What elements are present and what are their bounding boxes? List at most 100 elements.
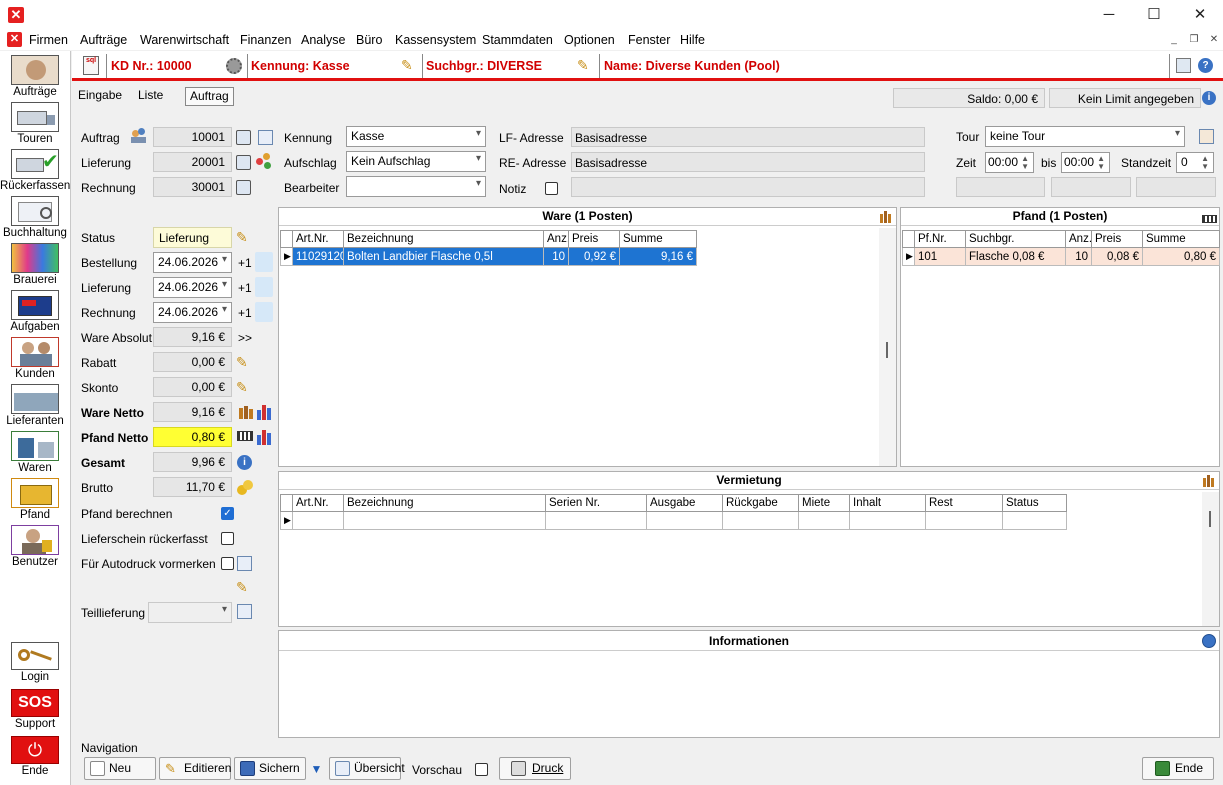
edit-kennung-pencil-icon[interactable]: ✎ xyxy=(401,57,417,73)
sidebar-item-kunden[interactable]: Kunden xyxy=(0,337,70,380)
edit-rabatt-pencil-icon[interactable]: ✎ xyxy=(236,354,252,370)
rechnung-date-picker[interactable]: 24.06.2026 ▾ xyxy=(153,302,232,323)
crate-small-icon[interactable] xyxy=(237,431,253,441)
lieferung-plus-one[interactable]: +1 xyxy=(238,281,252,295)
sidebar-item-pfand[interactable]: Pfand xyxy=(0,478,70,521)
sidebar-item-aufgaben[interactable]: Aufgaben xyxy=(0,290,70,333)
vm-col-serien[interactable]: Serien Nr. xyxy=(545,494,647,512)
edit-suchbegriff-pencil-icon[interactable]: ✎ xyxy=(577,57,593,73)
bestellung-spin-box[interactable] xyxy=(255,252,273,272)
pfand-table[interactable]: Pf.Nr. Suchbgr. Anz. Preis Summe ▶ 101 Flasche… xyxy=(902,230,1220,266)
sidebar-support[interactable]: SOS Support xyxy=(0,689,70,730)
sidebar-item-benutzer[interactable]: Benutzer xyxy=(0,525,70,568)
vm-col-rest[interactable]: Rest xyxy=(925,494,1003,512)
notiz-checkbox[interactable] xyxy=(545,182,558,195)
pfand-berechnen-checkbox[interactable]: ✓ xyxy=(221,507,234,520)
rechnung-plus-one[interactable]: +1 xyxy=(238,306,252,320)
ware-table[interactable]: Art.Nr. Bezeichnung Anz. Preis Summe ▶ 110291… xyxy=(280,230,697,266)
minimize-button[interactable]: ─ xyxy=(1086,0,1132,30)
sidebar-item-touren[interactable]: Touren xyxy=(0,102,70,145)
pfand-col-preis[interactable]: Preis xyxy=(1091,230,1143,248)
close-window-button[interactable]: ✕ xyxy=(1177,0,1223,30)
menu-kassensystem[interactable]: Kassensystem xyxy=(395,33,476,47)
tour-select[interactable]: keine Tour ▾ xyxy=(985,126,1185,147)
ware-col-artnr[interactable]: Art.Nr. xyxy=(292,230,344,248)
maximize-button[interactable]: ☐ xyxy=(1131,0,1177,30)
neu-button[interactable]: Neu xyxy=(84,757,156,780)
gesamt-info-icon[interactable]: i xyxy=(237,455,252,470)
lieferschein-checkbox[interactable] xyxy=(221,532,234,545)
menu-auftraege[interactable]: Aufträge xyxy=(80,33,127,47)
sidebar-item-auftraege[interactable]: Aufträge xyxy=(0,55,70,98)
autodruck-checkbox[interactable] xyxy=(221,557,234,570)
lieferung-spin-box[interactable] xyxy=(255,277,273,297)
tab-auftrag[interactable]: Auftrag xyxy=(185,87,234,106)
teillieferung-list-icon[interactable] xyxy=(237,604,252,619)
vm-col-ausgabe[interactable]: Ausgabe xyxy=(646,494,723,512)
document-sql-icon[interactable]: sql xyxy=(83,56,99,75)
vm-col-inhalt[interactable]: Inhalt xyxy=(849,494,926,512)
informationen-globe-icon[interactable] xyxy=(1202,634,1216,648)
ware-bottles-icon[interactable] xyxy=(879,211,893,223)
edit-autodruck-pencil-icon[interactable]: ✎ xyxy=(236,579,252,595)
info-icon[interactable]: i xyxy=(1202,91,1216,105)
sidebar-item-brauerei[interactable]: Brauerei xyxy=(0,243,70,286)
vermietung-table[interactable]: Art.Nr. Bezeichnung Serien Nr. Ausgabe Rückg… xyxy=(280,494,1067,530)
bottles-icon[interactable] xyxy=(237,404,253,420)
ware-col-summe[interactable]: Summe xyxy=(619,230,697,248)
coins-icon[interactable] xyxy=(237,479,253,495)
search-auftrag-icon[interactable] xyxy=(236,130,251,145)
menu-optionen[interactable]: Optionen xyxy=(564,33,615,47)
notiz-field[interactable] xyxy=(571,177,925,197)
sichern-button[interactable]: Sichern xyxy=(234,757,306,780)
tab-eingabe[interactable]: Eingabe xyxy=(74,87,126,106)
pfand-col-anz[interactable]: Anz. xyxy=(1065,230,1092,248)
menu-fenster[interactable]: Fenster xyxy=(628,33,670,47)
menu-hilfe[interactable]: Hilfe xyxy=(680,33,705,47)
ware-col-anz[interactable]: Anz. xyxy=(543,230,569,248)
ware-col-bezeichnung[interactable]: Bezeichnung xyxy=(343,230,544,248)
expand-arrows[interactable]: >> xyxy=(238,331,252,345)
mdi-minimize-button[interactable]: _ xyxy=(1166,33,1182,47)
help-icon[interactable]: ? xyxy=(1198,58,1213,73)
pfand-col-suchbgr[interactable]: Suchbgr. xyxy=(965,230,1066,248)
search-lieferung-icon[interactable] xyxy=(236,155,251,170)
autodruck-list-icon[interactable] xyxy=(237,556,252,571)
edit-status-pencil-icon[interactable]: ✎ xyxy=(236,229,252,245)
menu-finanzen[interactable]: Finanzen xyxy=(240,33,291,47)
ware-scrollbar[interactable] xyxy=(879,228,896,466)
calendar-icon[interactable] xyxy=(1176,58,1191,73)
editieren-button[interactable]: ✎ Editieren xyxy=(159,757,231,780)
zeit-bis-spinner[interactable]: 00:00 ▲ ▼ xyxy=(1061,152,1110,173)
mdi-close-button[interactable]: ✕ xyxy=(1206,33,1222,47)
pfand-col-summe[interactable]: Summe xyxy=(1142,230,1220,248)
pfand-crate-icon[interactable] xyxy=(1202,215,1217,223)
vm-col-artnr[interactable]: Art.Nr. xyxy=(292,494,344,512)
menu-stammdaten[interactable]: Stammdaten xyxy=(482,33,553,47)
vm-col-bezeichnung[interactable]: Bezeichnung xyxy=(343,494,546,512)
rechnung-spin-box[interactable] xyxy=(255,302,273,322)
lieferung-date-picker[interactable]: 24.06.2026 ▾ xyxy=(153,277,232,298)
pfand-bar-chart-icon[interactable] xyxy=(257,429,273,445)
tab-liste[interactable]: Liste xyxy=(134,87,167,106)
sichern-dropdown-icon[interactable]: ▼ xyxy=(309,760,324,778)
gear-icon[interactable] xyxy=(226,58,242,74)
sidebar-item-buchhaltung[interactable]: Buchhaltung xyxy=(0,196,70,239)
table-row[interactable]: ▶ 11029120 Bolten Landbier Flasche 0,5l 10 0… xyxy=(280,247,697,266)
bestellung-date-picker[interactable]: 24.06.2026 ▾ xyxy=(153,252,232,273)
druck-button[interactable]: Druck xyxy=(499,757,571,780)
vm-col-status[interactable]: Status xyxy=(1002,494,1067,512)
uebersicht-button[interactable]: Übersicht xyxy=(329,757,405,780)
sidebar-login[interactable]: Login xyxy=(0,642,70,683)
vm-col-rueckgabe[interactable]: Rückgabe xyxy=(722,494,799,512)
menu-firmen[interactable]: Firmen xyxy=(29,33,68,47)
vorschau-checkbox[interactable] xyxy=(475,763,488,776)
bar-chart-icon[interactable] xyxy=(257,404,273,420)
sidebar-item-lieferanten[interactable]: Lieferanten xyxy=(0,384,70,427)
sidebar-item-waren[interactable]: Waren xyxy=(0,431,70,474)
table-row[interactable]: ▶ xyxy=(280,511,1067,530)
kennung-select[interactable]: Kasse ▾ xyxy=(346,126,486,147)
edit-skonto-pencil-icon[interactable]: ✎ xyxy=(236,379,252,395)
bearbeiter-select[interactable]: ▾ xyxy=(346,176,486,197)
teillieferung-select[interactable]: ▾ xyxy=(148,602,232,623)
